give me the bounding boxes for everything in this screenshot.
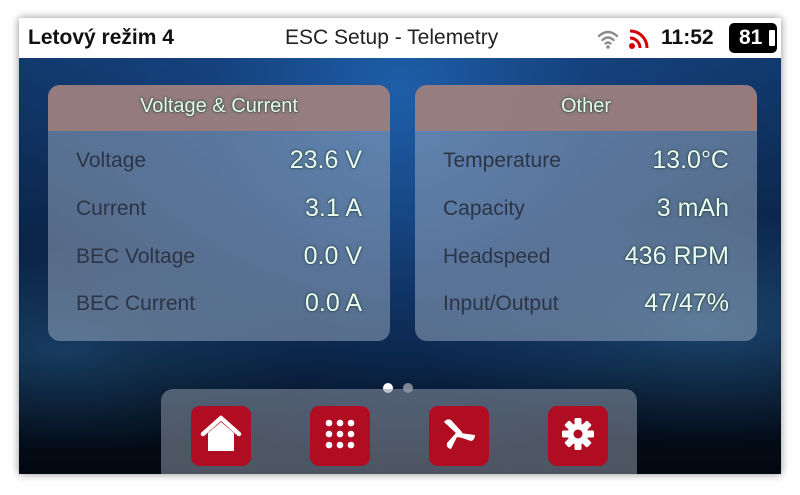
row-value: 3.1 A [305,194,362,222]
row-label: Current [76,197,147,220]
row-value: 0.0 A [305,289,362,317]
wifi-icon [597,26,619,50]
rotor-icon [438,413,480,460]
telemetry-row: Input/Output 47/47% [415,289,757,319]
bottom-dock [161,389,637,474]
home-button[interactable] [191,406,251,466]
row-value: 23.6 V [289,146,362,174]
device-screen: Letový režim 4 ESC Setup - Telemetry 11:… [19,18,781,474]
page-title: ESC Setup - Telemetry [285,26,499,49]
clock: 11:52 [661,26,714,49]
telemetry-signal-icon [628,26,652,50]
panel-title: Voltage & Current [48,85,390,131]
row-value: 47/47% [644,289,729,317]
row-label: Temperature [443,149,561,172]
other-panel: Other Temperature 13.0°C Capacity 3 mAh … [415,85,757,341]
flight-mode-title: Letový režim 4 [28,26,174,49]
battery-indicator: 81 [729,23,777,53]
panel-title: Other [415,85,757,131]
row-value: 13.0°C [652,146,729,174]
rotor-button[interactable] [429,406,489,466]
row-value: 436 RPM [624,242,729,270]
row-value: 0.0 V [303,242,362,270]
apps-button[interactable] [310,406,370,466]
row-label: Capacity [443,197,525,220]
telemetry-row: Headspeed 436 RPM [415,242,757,272]
row-label: Input/Output [443,292,559,315]
row-label: BEC Current [76,292,196,315]
voltage-current-panel: Voltage & Current Voltage 23.6 V Current… [48,85,390,341]
status-bar: Letový režim 4 ESC Setup - Telemetry 11:… [19,18,781,58]
telemetry-row: Capacity 3 mAh [415,194,757,224]
main-area: Voltage & Current Voltage 23.6 V Current… [19,58,781,474]
telemetry-row: Current 3.1 A [48,194,390,224]
row-label: Headspeed [443,245,551,268]
gear-icon [560,416,596,457]
settings-button[interactable] [548,406,608,466]
battery-level: 81 [739,26,763,49]
row-label: Voltage [76,149,147,172]
battery-icon [769,30,775,46]
telemetry-row: Voltage 23.6 V [48,146,390,176]
apps-grid-icon [322,416,358,457]
home-icon [199,414,243,459]
row-label: BEC Voltage [76,245,196,268]
telemetry-row: BEC Current 0.0 A [48,289,390,319]
telemetry-row: BEC Voltage 0.0 V [48,242,390,272]
row-value: 3 mAh [656,194,729,222]
telemetry-row: Temperature 13.0°C [415,146,757,176]
